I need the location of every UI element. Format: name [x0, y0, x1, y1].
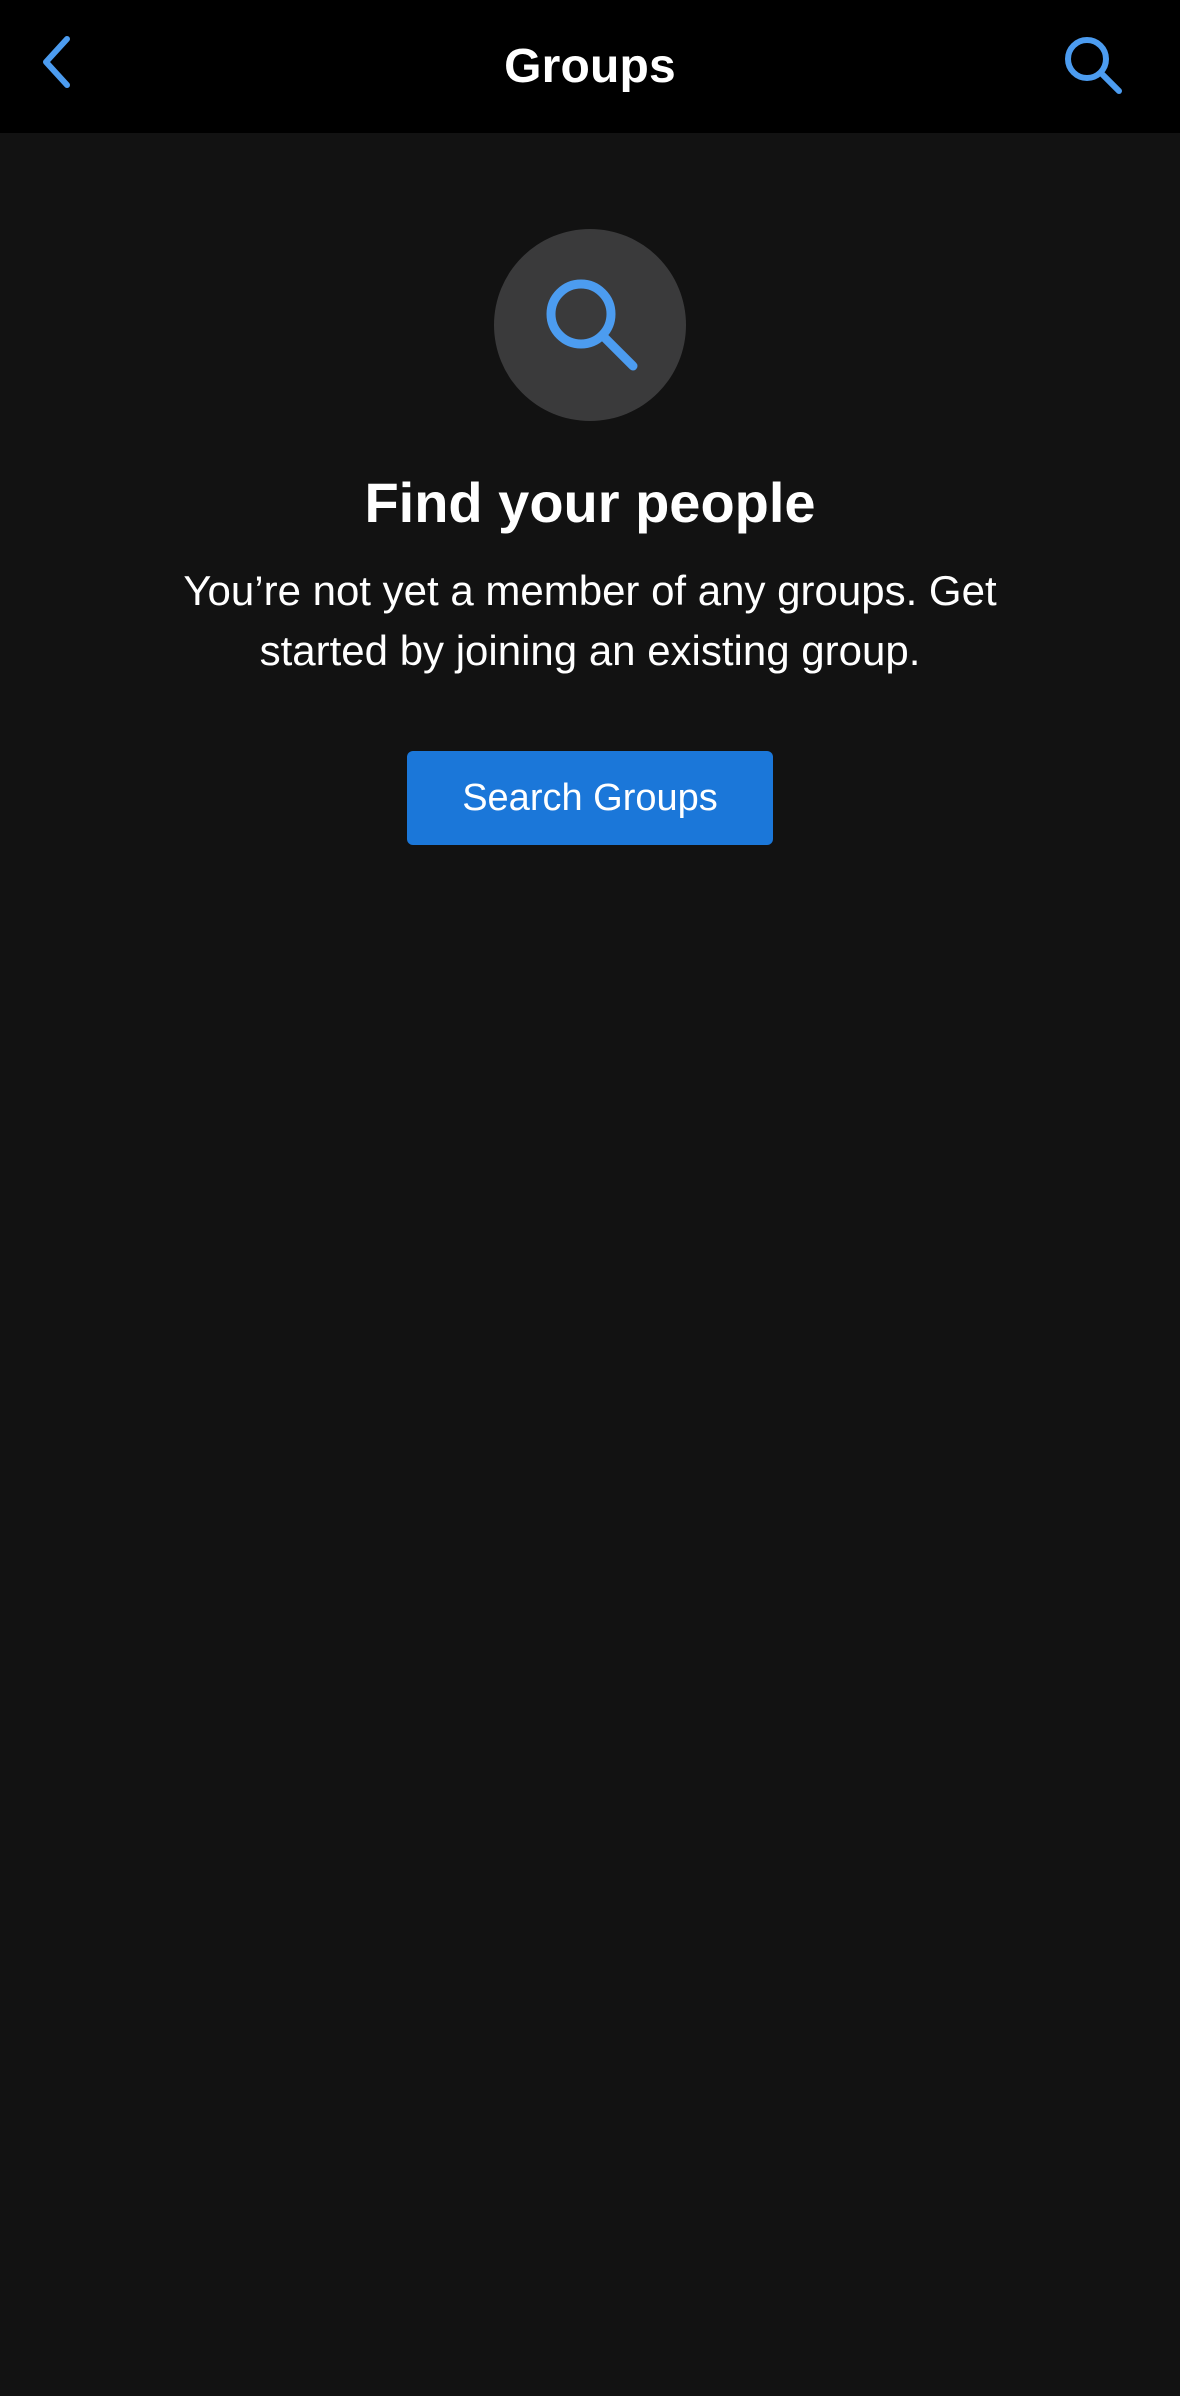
search-icon [1061, 33, 1125, 102]
page-title: Groups [504, 40, 676, 93]
search-groups-button[interactable]: Search Groups [407, 751, 773, 845]
chevron-left-icon [36, 32, 76, 97]
search-icon [538, 271, 642, 380]
search-button[interactable] [1056, 30, 1130, 104]
back-button[interactable] [26, 28, 86, 100]
groups-screen: Groups Find your people You’re not yet a… [0, 0, 1180, 2396]
empty-state-icon-circle [494, 229, 686, 421]
navigation-bar: Groups [0, 0, 1180, 133]
empty-state-title: Find your people [364, 471, 816, 534]
empty-state-description: You’re not yet a member of any groups. G… [183, 567, 997, 674]
